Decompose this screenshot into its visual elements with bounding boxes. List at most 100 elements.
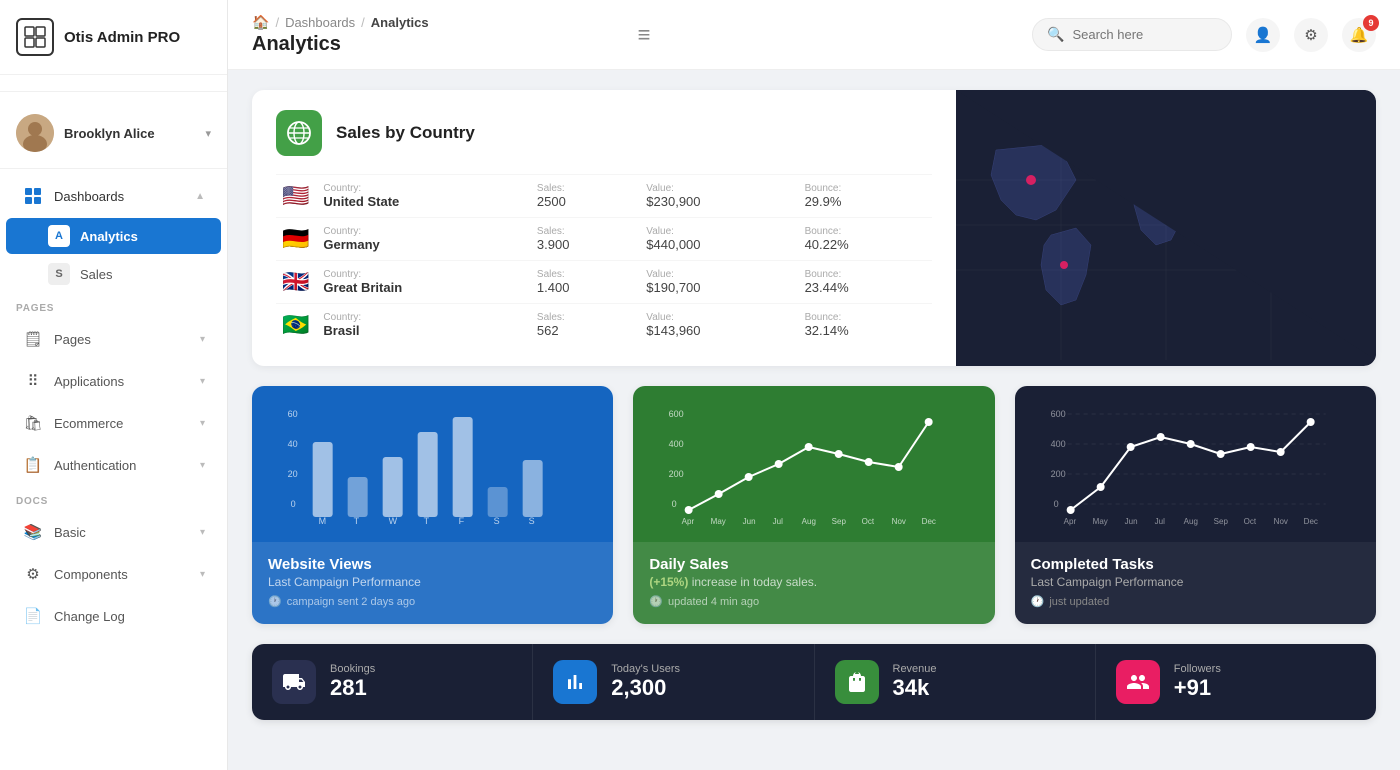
value-amount: $190,700 [646, 280, 788, 295]
completed-tasks-card: 600 400 200 0 [1015, 386, 1376, 624]
website-views-meta-text: campaign sent 2 days ago [287, 596, 415, 608]
country-name: Great Britain [323, 280, 521, 295]
menu-icon[interactable]: ≡ [638, 22, 651, 48]
header: 🏠 / Dashboards / Analytics Analytics ≡ 🔍… [228, 0, 1400, 70]
country-flag: 🇧🇷 [276, 304, 315, 347]
search-icon: 🔍 [1047, 26, 1064, 43]
breadcrumb-sep2: / [361, 15, 365, 30]
sidebar-item-ecommerce[interactable]: 🛍 Ecommerce ▾ [6, 403, 221, 443]
sales-value: 1.400 [537, 280, 630, 295]
svg-text:May: May [711, 517, 726, 526]
user-profile[interactable]: Brooklyn Alice ▾ [0, 98, 227, 162]
website-views-info: Website Views Last Campaign Performance … [252, 542, 613, 624]
components-chevron-icon: ▾ [200, 569, 205, 580]
bounce-label-text: Bounce: [805, 183, 924, 194]
value-label-text: Value: [646, 269, 788, 280]
sidebar-item-dashboards[interactable]: Dashboards ▲ [6, 176, 221, 216]
sales-label: Sales [80, 267, 113, 282]
svg-text:Nov: Nov [1273, 517, 1287, 526]
revenue-label: Revenue [893, 663, 937, 675]
country-label-text: Country: [323, 226, 521, 237]
auth-label: Authentication [54, 458, 190, 473]
completed-tasks-meta-text: just updated [1049, 596, 1109, 608]
search-box[interactable]: 🔍 [1032, 18, 1232, 51]
logo-icon [16, 18, 54, 56]
stat-today-users: Today's Users 2,300 [533, 644, 814, 720]
country-table: 🇺🇸 Country: United State Sales: 2500 Val… [276, 174, 932, 346]
applications-label: Applications [54, 374, 190, 389]
followers-info: Followers +91 [1174, 663, 1221, 701]
stat-revenue: Revenue 34k [815, 644, 1096, 720]
clock-icon-daily: 🕐 [649, 595, 663, 608]
svg-text:Apr: Apr [1063, 517, 1076, 526]
table-row: 🇧🇷 Country: Brasil Sales: 562 Value: $14… [276, 304, 932, 347]
svg-text:600: 600 [1050, 409, 1065, 419]
sales-label-text: Sales: [537, 226, 630, 237]
daily-sales-title: Daily Sales [649, 556, 978, 573]
home-icon[interactable]: 🏠 [252, 14, 269, 31]
sidebar-item-basic[interactable]: 📚 Basic ▾ [6, 512, 221, 552]
sidebar-item-pages[interactable]: 🗒 Pages ▾ [6, 319, 221, 359]
sidebar-item-authentication[interactable]: 📋 Authentication ▾ [6, 445, 221, 485]
svg-text:200: 200 [1050, 469, 1065, 479]
breadcrumb-sep1: / [275, 15, 279, 30]
stat-followers: Followers +91 [1096, 644, 1376, 720]
svg-text:60: 60 [288, 409, 298, 419]
svg-text:Oct: Oct [862, 517, 875, 526]
applications-chevron-icon: ▾ [200, 376, 205, 387]
svg-text:May: May [1092, 517, 1107, 526]
completed-tasks-chart: 600 400 200 0 [1015, 386, 1376, 542]
today-users-info: Today's Users 2,300 [611, 663, 680, 701]
daily-sales-chart: 600 400 200 0 [633, 386, 994, 542]
svg-text:600: 600 [669, 409, 684, 419]
revenue-info: Revenue 34k [893, 663, 937, 701]
value-amount: $230,900 [646, 194, 788, 209]
country-name: United State [323, 194, 521, 209]
avatar [16, 114, 54, 152]
followers-icon-box [1116, 660, 1160, 704]
main-area: 🏠 / Dashboards / Analytics Analytics ≡ 🔍… [228, 0, 1400, 770]
pages-icon: 🗒 [22, 328, 44, 350]
bounce-rate: 29.9% [805, 194, 924, 209]
search-input[interactable] [1072, 27, 1212, 42]
bounce-label-text: Bounce: [805, 269, 924, 280]
user-icon-button[interactable]: 👤 [1246, 18, 1280, 52]
country-flag: 🇺🇸 [276, 175, 315, 218]
svg-text:Aug: Aug [1183, 517, 1197, 526]
website-views-card: 60 40 20 0 M T [252, 386, 613, 624]
svg-text:Apr: Apr [682, 517, 695, 526]
completed-tasks-info: Completed Tasks Last Campaign Performanc… [1015, 542, 1376, 624]
notifications-button[interactable]: 🔔 9 [1342, 18, 1376, 52]
notification-badge: 9 [1363, 15, 1379, 31]
svg-text:Nov: Nov [892, 517, 906, 526]
sidebar-item-components[interactable]: ⚙ Components ▾ [6, 554, 221, 594]
profile-icon: 👤 [1254, 26, 1273, 44]
svg-text:S: S [494, 516, 500, 526]
table-row: 🇬🇧 Country: Great Britain Sales: 1.400 V… [276, 261, 932, 304]
sidebar-item-changelog[interactable]: 📄 Change Log [6, 596, 221, 636]
svg-text:40: 40 [288, 439, 298, 449]
changelog-label: Change Log [54, 609, 205, 624]
stats-row: Bookings 281 Today's Users 2,300 [252, 644, 1376, 720]
breadcrumb-dashboards[interactable]: Dashboards [285, 15, 355, 30]
followers-value: +91 [1174, 675, 1221, 701]
svg-text:T: T [354, 516, 360, 526]
website-views-meta: 🕐 campaign sent 2 days ago [268, 595, 597, 608]
user-chevron-icon: ▾ [205, 127, 211, 140]
dashboards-chevron-icon: ▲ [195, 191, 205, 202]
sidebar-item-sales[interactable]: S Sales [6, 256, 221, 292]
country-label-text: Country: [323, 312, 521, 323]
bounce-label-text: Bounce: [805, 226, 924, 237]
dashboards-label: Dashboards [54, 189, 185, 204]
settings-button[interactable]: ⚙ [1294, 18, 1328, 52]
bookings-info: Bookings 281 [330, 663, 375, 701]
sidebar-item-applications[interactable]: ⠿ Applications ▾ [6, 361, 221, 401]
country-name: Brasil [323, 323, 521, 338]
pages-chevron-icon: ▾ [200, 334, 205, 345]
sidebar-item-analytics[interactable]: A Analytics [6, 218, 221, 254]
breadcrumb-analytics: Analytics [371, 15, 429, 30]
svg-text:400: 400 [1050, 439, 1065, 449]
svg-text:F: F [459, 516, 465, 526]
country-flag: 🇩🇪 [276, 218, 315, 261]
daily-sales-meta-text: updated 4 min ago [668, 596, 759, 608]
